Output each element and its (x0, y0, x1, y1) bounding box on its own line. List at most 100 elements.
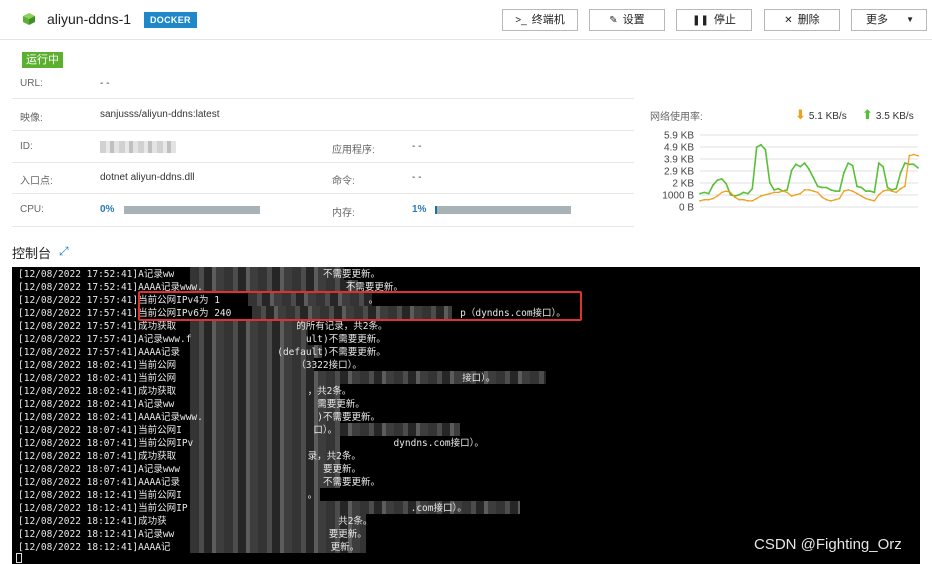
app-label: 应用程序: (332, 145, 375, 156)
info-row-image: 映像: sanjusss/aliyun-ddns:latest (12, 99, 634, 131)
log-line: [12/08/2022 18:07:41]AAAA记录 不需要更新。 (18, 477, 380, 488)
series-1-point (834, 198, 837, 201)
log-line: [12/08/2022 18:12:41]A记录ww 要更新。 (18, 529, 367, 540)
pause-icon: ❚❚ (692, 15, 709, 26)
entry-label: 入口点: (20, 176, 53, 187)
series-0-point (917, 167, 919, 169)
series-1-point (720, 191, 723, 194)
series-1-point (803, 189, 806, 191)
series-1-point (816, 191, 819, 194)
series-1-point (890, 190, 893, 192)
mem-label: 内存: (332, 208, 355, 219)
series-1-point (781, 190, 784, 192)
series-1-point (877, 193, 880, 196)
series-0-point (860, 186, 863, 189)
cpu-bar (124, 206, 260, 214)
series-0-point (812, 176, 815, 179)
series-0-point (712, 184, 714, 186)
log-line: [12/08/2022 17:57:41]AAAA记录 (default)不需要… (18, 347, 386, 358)
series-1-point (829, 200, 832, 202)
series-line-0 (699, 143, 919, 197)
network-label: 网络使用率: (650, 112, 703, 123)
stop-button[interactable]: ❚❚ 停止 (676, 9, 752, 31)
series-0-point (843, 171, 845, 174)
series-1-point (703, 198, 706, 201)
expand-icon[interactable]: ⤢ (59, 244, 69, 259)
series-0-point (869, 190, 871, 192)
series-1-point (843, 190, 845, 192)
series-1-point (699, 200, 701, 202)
series-1-point (821, 196, 823, 199)
series-0-point (786, 189, 789, 191)
info-row-url: URL: - - (12, 70, 634, 99)
mem-bar-fill (435, 206, 438, 214)
series-1-point (742, 198, 745, 201)
series-0-point (851, 164, 854, 167)
y-tick-label: 5.9 KB (664, 131, 694, 142)
series-0-point (799, 165, 802, 168)
series-0-point (877, 162, 880, 164)
series-0-point (703, 191, 706, 194)
log-line: [12/08/2022 18:07:41]A记录www 要更新。 (18, 464, 361, 475)
series-1-point (886, 189, 889, 191)
series-1-point (747, 200, 749, 202)
image-value: sanjusss/aliyun-ddns:latest (100, 109, 220, 120)
id-label: ID: (20, 141, 33, 152)
log-line: [12/08/2022 17:52:41]A记录ww 不需要更新。 (18, 269, 380, 280)
series-0-point (760, 143, 762, 146)
info-row-usage: CPU: 0% 内存: 1% (12, 194, 634, 227)
terminal-cursor (16, 553, 22, 563)
terminal-button[interactable]: >_ 终端机 (502, 9, 578, 31)
series-0-point (768, 181, 771, 184)
status-badge: 运行中 (22, 52, 63, 68)
series-0-point (808, 168, 810, 171)
log-line: [12/08/2022 18:02:41]当前公网 接口）。 (18, 373, 496, 384)
series-0-point (751, 187, 754, 190)
more-dropdown[interactable]: 更多 ▼ (851, 9, 927, 31)
cube-icon (23, 13, 35, 25)
console-output[interactable]: [12/08/2022 17:52:41]A记录ww 不需要更新。 [12/08/… (12, 267, 920, 564)
series-1-point (799, 192, 802, 195)
series-0-point (738, 193, 741, 196)
series-1-point (790, 195, 793, 197)
cmd-label: 命令: (332, 176, 355, 187)
series-1-point (786, 191, 789, 194)
series-1-point (864, 197, 867, 200)
y-tick-label: 0 B (679, 203, 694, 214)
series-1-point (760, 195, 762, 197)
series-0-point (742, 191, 745, 194)
series-0-point (847, 162, 850, 164)
log-line: [12/08/2022 18:07:41]当前公网I 口）。 (18, 425, 338, 436)
url-label: URL: (20, 78, 43, 89)
series-0-point (904, 162, 906, 164)
log-line: [12/08/2022 18:02:41]A记录ww 需要更新。 (18, 399, 365, 410)
log-line: [12/08/2022 17:57:41]成功获取 的所有记录，共2条。 (18, 321, 388, 332)
series-1-point (838, 197, 841, 200)
series-1-point (860, 195, 863, 197)
series-0-point (816, 185, 819, 188)
log-line: [12/08/2022 18:02:41]AAAA记录www. )不需要更新。 (18, 412, 380, 423)
series-1-point (812, 190, 815, 192)
stop-button-label: 停止 (713, 14, 736, 26)
series-1-point (734, 196, 736, 199)
network-down: ⬇ 5.1 KB/s (795, 107, 847, 123)
log-line: [12/08/2022 18:07:41]成功获取 录，共2条。 (18, 451, 361, 462)
header-bar: aliyun-ddns-1 DOCKER >_ 终端机 ✎ 设置 ❚❚ 停止 ✕ 删除 … (0, 0, 932, 40)
info-row-entry: 入口点: dotnet aliyun-ddns.dll 命令: - - (12, 163, 634, 194)
settings-button[interactable]: ✎ 设置 (589, 9, 665, 31)
y-tick-label: 1000 B (662, 191, 694, 202)
docker-badge: DOCKER (144, 12, 197, 28)
series-0-point (720, 178, 723, 180)
id-value-redacted (100, 141, 176, 153)
series-1-point (777, 191, 780, 194)
series-1-point (856, 192, 858, 195)
log-line: [12/08/2022 18:07:41]当前公网IPv dyndns.com接… (18, 438, 484, 449)
highlight-box (138, 291, 582, 321)
series-1-point (882, 190, 884, 192)
watermark: CSDN @Fighting_Orz (754, 536, 902, 553)
cmd-value: - - (412, 172, 422, 183)
series-0-point (777, 187, 780, 190)
delete-button[interactable]: ✕ 删除 (764, 9, 840, 31)
mem-bar (435, 206, 571, 214)
series-1-point (716, 195, 719, 197)
